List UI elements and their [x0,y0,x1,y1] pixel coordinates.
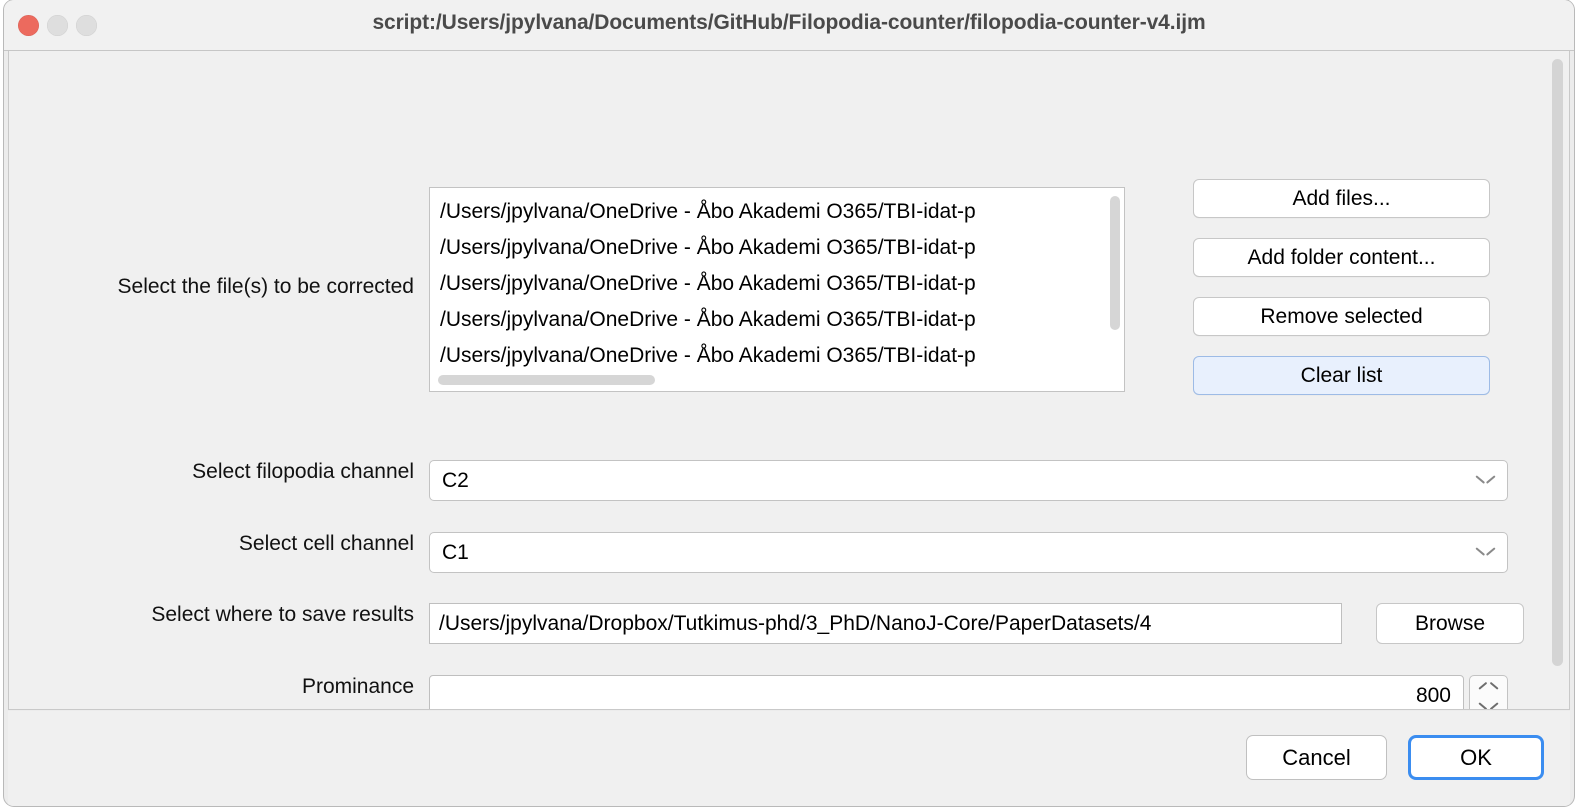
list-item[interactable]: /Users/jpylvana/OneDrive - Åbo Akademi O… [430,230,1124,266]
cell-channel-select[interactable]: C1 [429,532,1508,573]
list-item[interactable]: /Users/jpylvana/OneDrive - Åbo Akademi O… [430,266,1124,302]
panel-scrollbar-thumb[interactable] [1552,59,1563,666]
file-list-label: Select the file(s) to be corrected [117,275,414,298]
add-files-button[interactable]: Add files... [1193,179,1490,218]
title-bar: script:/Users/jpylvana/Documents/GitHub/… [4,0,1574,51]
file-list-box[interactable]: /Users/jpylvana/OneDrive - Åbo Akademi O… [429,187,1125,392]
browse-button[interactable]: Browse [1376,603,1524,644]
stepper-up-icon[interactable] [1480,685,1497,693]
cancel-button[interactable]: Cancel [1246,735,1387,780]
list-item[interactable]: /Users/jpylvana/OneDrive - Åbo Akademi O… [430,302,1124,338]
prominance-value: 800 [1415,684,1451,707]
dialog-window: script:/Users/jpylvana/Documents/GitHub/… [4,0,1574,806]
chevron-down-icon [1477,474,1494,484]
add-folder-content-button[interactable]: Add folder content... [1193,238,1490,277]
filopodia-channel-label: Select filopodia channel [192,460,414,483]
dialog-content-panel: Select the file(s) to be corrected /User… [8,51,1570,710]
save-results-label: Select where to save results [151,603,414,626]
dialog-footer: Cancel OK [8,711,1570,806]
prominance-stepper[interactable] [1469,675,1508,709]
filopodia-channel-value: C2 [442,469,469,492]
file-list-horizontal-scrollbar-thumb[interactable] [438,375,655,385]
window-title: script:/Users/jpylvana/Documents/GitHub/… [372,11,1206,34]
file-list-vertical-scrollbar-thumb[interactable] [1110,196,1120,330]
cell-channel-value: C1 [442,541,469,564]
prominance-label: Prominance [301,675,414,698]
list-item[interactable]: /Users/jpylvana/OneDrive - Åbo Akademi O… [430,194,1124,230]
list-item[interactable]: /Users/jpylvana/OneDrive - Åbo Akademi O… [430,338,1124,374]
save-results-input[interactable]: /Users/jpylvana/Dropbox/Tutkimus-phd/3_P… [429,603,1342,644]
file-list-items: /Users/jpylvana/OneDrive - Åbo Akademi O… [430,194,1124,374]
filopodia-channel-select[interactable]: C2 [429,460,1508,501]
panel-scrollbar[interactable] [1550,59,1564,704]
prominance-input[interactable]: 800 [429,675,1464,709]
remove-selected-button[interactable]: Remove selected [1193,297,1490,336]
stepper-down-icon[interactable] [1480,699,1497,707]
ok-button[interactable]: OK [1408,735,1544,780]
cell-channel-label: Select cell channel [238,532,414,555]
save-results-value: /Users/jpylvana/Dropbox/Tutkimus-phd/3_P… [439,612,1152,635]
chevron-down-icon [1477,546,1494,556]
clear-list-button[interactable]: Clear list [1193,356,1490,395]
